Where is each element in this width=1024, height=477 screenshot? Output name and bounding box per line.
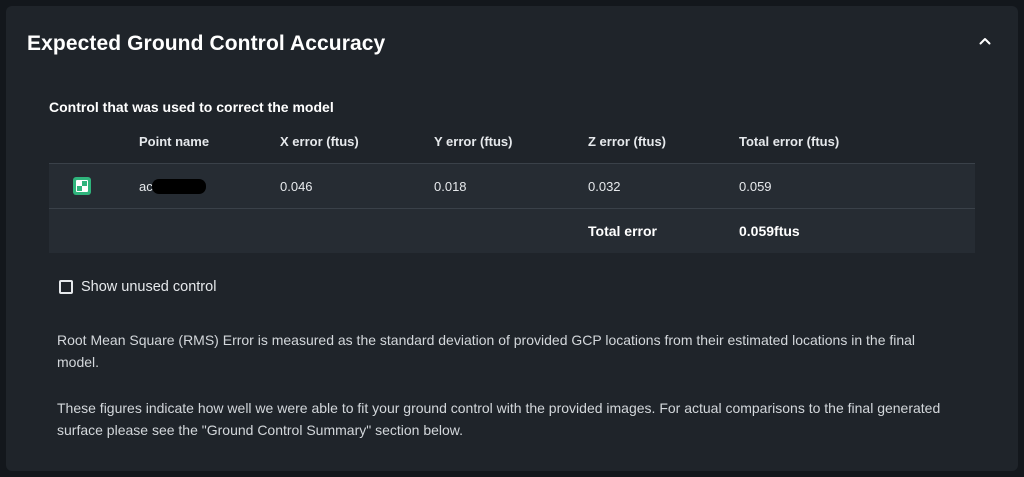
- redacted-block: [151, 178, 206, 194]
- column-header-x-error: X error (ftus): [280, 134, 359, 149]
- y-error-cell: 0.018: [434, 178, 467, 194]
- gcp-icon-cell: [73, 164, 91, 208]
- table-row[interactable]: ac 0.046 0.018 0.032 0.059: [49, 164, 975, 209]
- control-table: Point name X error (ftus) Y error (ftus)…: [49, 125, 975, 253]
- chevron-up-icon: [979, 38, 991, 45]
- panel-title: Expected Ground Control Accuracy: [27, 32, 386, 55]
- column-header-z-error: Z error (ftus): [588, 134, 666, 149]
- show-unused-checkbox[interactable]: [59, 280, 73, 294]
- gcp-marker-icon: [73, 177, 91, 195]
- point-name: ac: [139, 178, 153, 194]
- fit-explanation: These figures indicate how well we were …: [57, 400, 941, 438]
- column-header-y-error: Y error (ftus): [434, 134, 513, 149]
- column-header-total-error: Total error (ftus): [739, 134, 840, 149]
- show-unused-label: Show unused control: [81, 279, 217, 295]
- total-error-label: Total error: [588, 223, 657, 239]
- z-error-cell: 0.032: [588, 178, 621, 194]
- point-name-cell: ac: [139, 164, 206, 208]
- ground-control-accuracy-panel: Expected Ground Control Accuracy Control…: [6, 6, 1018, 471]
- column-header-point-name: Point name: [139, 134, 210, 149]
- rms-explanation: Root Mean Square (RMS) Error is measured…: [57, 332, 916, 370]
- total-error-value: 0.059ftus: [739, 223, 800, 239]
- x-error-cell: 0.046: [280, 178, 313, 194]
- collapse-button[interactable]: [974, 30, 996, 52]
- total-row: Total error 0.059ftus: [49, 209, 975, 253]
- section-heading: Control that was used to correct the mod…: [49, 99, 334, 115]
- total-error-cell: 0.059: [739, 178, 772, 194]
- show-unused-control-toggle[interactable]: Show unused control: [59, 279, 216, 295]
- table-header: Point name X error (ftus) Y error (ftus)…: [49, 125, 975, 164]
